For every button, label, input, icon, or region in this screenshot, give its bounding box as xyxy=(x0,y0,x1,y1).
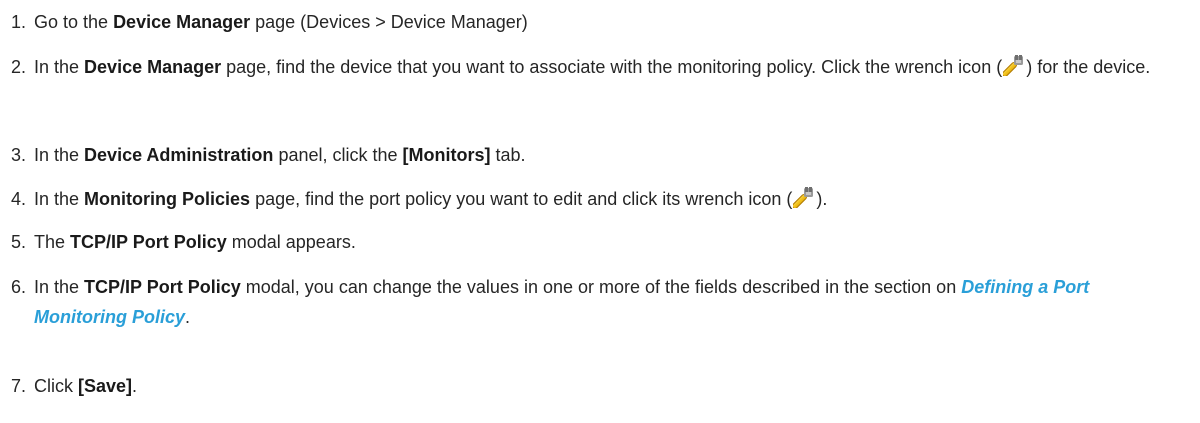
step-number: 7. xyxy=(11,376,27,396)
step-text-post: ) for the device. xyxy=(1026,57,1151,77)
step-ui-term: Device Administration xyxy=(84,145,274,165)
step-text-mid: page, find the port policy you want to e… xyxy=(250,189,793,209)
step-ui-term: TCP/IP Port Policy xyxy=(84,277,241,297)
step-text: In the Monitoring Policies page, find th… xyxy=(34,181,1200,217)
step-ui-term: Monitoring Policies xyxy=(84,189,251,209)
step-text: In the TCP/IP Port Policy modal, you can… xyxy=(34,272,1160,332)
step-text-mid: modal, you can change the values in one … xyxy=(240,277,962,297)
step-ui-term-tab: [Monitors] xyxy=(402,145,491,165)
step-number: 2. xyxy=(11,57,27,77)
step-text-post: tab. xyxy=(490,145,526,165)
step-number: 5. xyxy=(11,232,27,252)
step-text-pre: In the xyxy=(34,145,85,165)
step-text-pre: Go to the xyxy=(34,12,114,32)
step-text-pre: Click xyxy=(34,376,78,396)
wrench-icon xyxy=(793,186,815,208)
step-2: 2. In the Device Manager page, find the … xyxy=(0,49,1200,121)
step-text: The TCP/IP Port Policy modal appears. xyxy=(34,224,1200,260)
step-number: 4. xyxy=(11,189,27,209)
wrench-icon xyxy=(1003,54,1025,76)
step-text-mid: panel, click the xyxy=(273,145,403,165)
step-ui-term: TCP/IP Port Policy xyxy=(70,232,227,252)
step-text: Click [Save]. xyxy=(34,368,1200,404)
step-ui-term: Device Manager xyxy=(113,12,251,32)
step-text-pre: The xyxy=(34,232,71,252)
step-text-pre: In the xyxy=(34,57,85,77)
step-text-post: ). xyxy=(816,189,828,209)
step-ui-term: Device Manager xyxy=(84,57,222,77)
step-number: 1. xyxy=(11,12,27,32)
step-number: 3. xyxy=(11,145,27,165)
step-text: In the Device Manager page, find the dev… xyxy=(34,49,1192,85)
step-text-pre: In the xyxy=(34,189,85,209)
step-text-post: page (Devices > Device Manager) xyxy=(250,12,528,32)
step-6: 6. In the TCP/IP Port Policy modal, you … xyxy=(0,272,1200,332)
step-text-post: . xyxy=(132,376,138,396)
step-text-post: modal appears. xyxy=(226,232,356,252)
step-text: In the Device Administration panel, clic… xyxy=(34,137,1200,173)
step-ui-term: [Save] xyxy=(78,376,133,396)
step-text-mid: page, find the device that you want to a… xyxy=(221,57,1003,77)
step-text: Go to the Device Manager page (Devices >… xyxy=(34,4,1200,40)
step-number: 6. xyxy=(11,277,27,297)
step-text-post: . xyxy=(185,307,191,327)
step-text-pre: In the xyxy=(34,277,85,297)
